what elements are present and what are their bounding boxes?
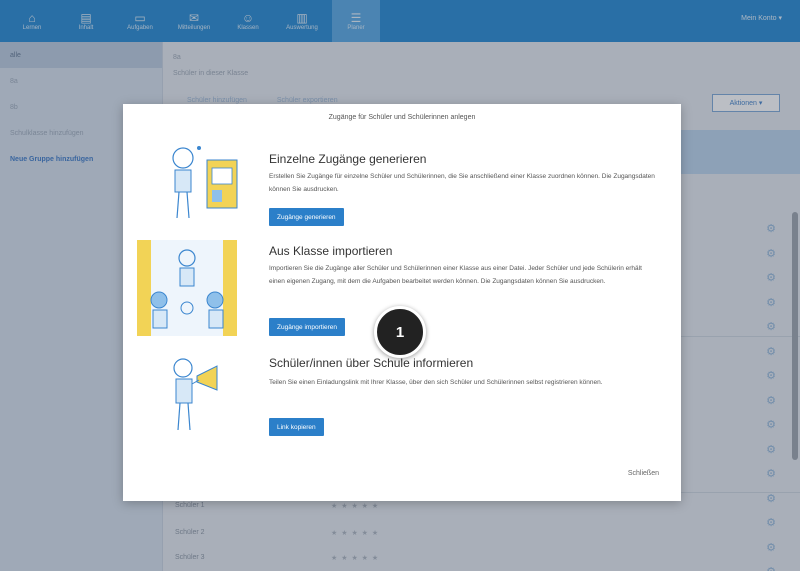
section-text: Erstellen Sie Zugänge für einzelne Schül… — [269, 173, 655, 193]
section-title: Aus Klasse importieren — [269, 244, 393, 258]
inform-school-illustration — [173, 358, 218, 431]
create-access-modal: Zugänge für Schüler und Schülerinnen anl… — [123, 104, 681, 501]
section-title: Einzelne Zugänge generieren — [269, 152, 427, 166]
generate-access-illustration — [172, 146, 238, 219]
modal-title: Zugänge für Schüler und Schülerinnen anl… — [328, 114, 476, 121]
import-access-button[interactable]: Zugänge importieren — [269, 318, 345, 336]
section-title: Schüler/innen über Schule informieren — [269, 356, 474, 370]
section-text: Teilen Sie einen Einladungslink mit Ihre… — [269, 379, 603, 386]
section-text: Importieren Sie die Zugänge aller Schüle… — [269, 265, 642, 285]
import-class-illustration — [137, 240, 237, 336]
copy-link-button[interactable]: Link kopieren — [269, 418, 324, 436]
step-marker: 1 — [374, 306, 426, 358]
close-button[interactable]: Schließen — [628, 470, 659, 477]
generate-access-button[interactable]: Zugänge generieren — [269, 208, 344, 226]
